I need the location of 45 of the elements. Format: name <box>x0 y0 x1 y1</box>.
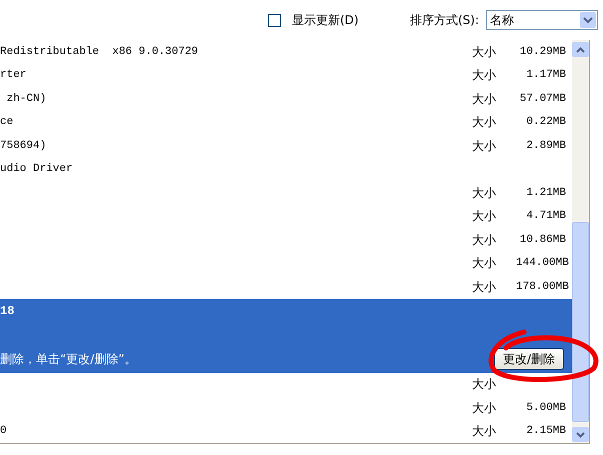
program-name: Redistributable x86 9.0.30729 <box>0 44 200 60</box>
program-name: zh-CN) <box>6 92 48 106</box>
instruction-text: 删除，单击“更改/删除”。 <box>0 350 136 368</box>
size-label: 大小 <box>472 376 497 394</box>
size-label: 大小 <box>472 232 497 249</box>
selected-program-row[interactable]: 18 删除，单击“更改/删除”。 更改/删除 <box>0 298 572 372</box>
size-label: 大小 <box>472 423 497 440</box>
program-size: 57.07MB <box>518 92 566 106</box>
program-name: 758694) <box>0 138 48 154</box>
change-remove-button[interactable]: 更改/删除 <box>494 348 564 370</box>
program-size: 178.00MB <box>516 280 566 294</box>
size-label: 大小 <box>472 114 497 132</box>
show-updates-label: 显示更新(D) <box>292 12 360 29</box>
size-label: 大小 <box>472 67 497 84</box>
size-label: 大小 <box>472 278 497 296</box>
program-size: 144.00MB <box>516 256 566 271</box>
program-size: 2.15MB <box>525 424 566 439</box>
program-size: 10.29MB <box>518 44 566 60</box>
program-size: 5.00MB <box>525 400 566 416</box>
size-label: 大小 <box>472 208 497 226</box>
program-name: 18 <box>0 302 14 320</box>
size-label: 大小 <box>472 90 497 108</box>
size-label: 大小 <box>472 255 497 272</box>
program-size: 4.71MB <box>525 209 566 224</box>
size-label: 大小 <box>472 138 497 155</box>
program-name: udio Driver <box>0 162 74 177</box>
program-name: ce <box>0 115 14 130</box>
sort-value: 名称 <box>490 12 514 29</box>
scroll-down-button[interactable] <box>572 427 589 442</box>
scrollbar[interactable] <box>572 40 589 443</box>
checkbox[interactable] <box>268 14 281 26</box>
program-name: rter <box>0 68 28 83</box>
size-label: 大小 <box>472 184 497 202</box>
program-size: 2.89MB <box>525 138 566 154</box>
size-label: 大小 <box>472 400 497 417</box>
program-name: 0 <box>0 424 8 439</box>
program-size: 10.86MB <box>518 232 566 248</box>
sort-dropdown[interactable]: 名称 <box>486 10 598 30</box>
program-size: 1.17MB <box>525 68 566 83</box>
scroll-up-button[interactable] <box>572 42 589 57</box>
sort-label: 排序方式(S): <box>410 12 480 29</box>
scroll-thumb[interactable] <box>572 222 589 422</box>
size-label: 大小 <box>472 44 497 61</box>
program-size: 0.22MB <box>525 115 566 130</box>
program-size: 1.21MB <box>525 186 566 200</box>
